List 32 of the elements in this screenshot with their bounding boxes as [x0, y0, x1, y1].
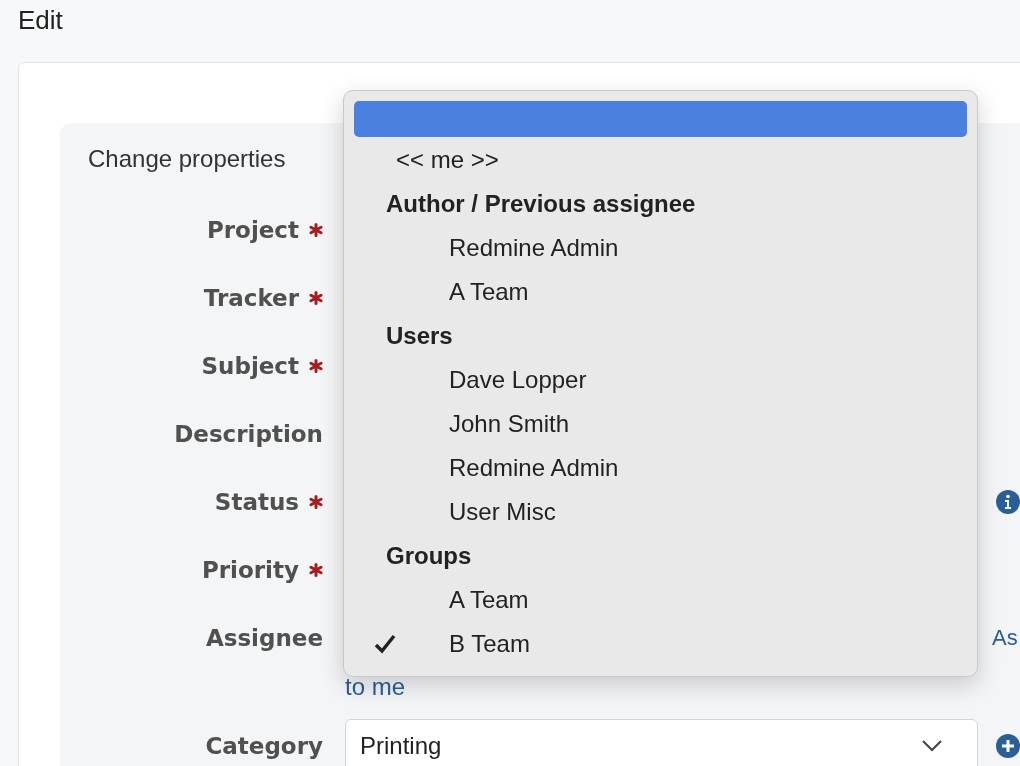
- dropdown-option[interactable]: Redmine Admin: [354, 226, 967, 270]
- add-icon[interactable]: [996, 734, 1020, 758]
- field-label: Assignee: [205, 625, 323, 651]
- page-title: Edit: [17, 4, 64, 37]
- select-field[interactable]: Printing: [345, 719, 978, 766]
- field-label: Category: [205, 733, 323, 759]
- dropdown-option[interactable]: John Smith: [354, 402, 967, 446]
- required-asterisk-icon: [309, 495, 323, 509]
- field-label: Description: [174, 421, 323, 447]
- dropdown-option[interactable]: << me >>: [354, 138, 967, 182]
- option-group-label: Groups: [385, 541, 473, 571]
- info-icon[interactable]: [996, 490, 1020, 514]
- required-asterisk-icon: [309, 223, 323, 237]
- required-asterisk-icon: [309, 291, 323, 305]
- fieldset-legend: Change properties: [88, 141, 286, 177]
- option-group-label: Author / Previous assignee: [385, 189, 697, 219]
- field-label: Priority: [201, 557, 299, 583]
- option-group-label: Users: [385, 321, 454, 351]
- dropdown-option[interactable]: A Team: [354, 270, 967, 314]
- dropdown-option[interactable]: A Team: [354, 578, 967, 622]
- dropdown-option[interactable]: Redmine Admin: [354, 446, 967, 490]
- dropdown-option[interactable]: User Misc: [354, 490, 967, 534]
- dropdown-option[interactable]: B Team: [354, 622, 967, 666]
- dropdown-option[interactable]: Dave Lopper: [354, 358, 967, 402]
- required-asterisk-icon: [309, 359, 323, 373]
- field-label: Status: [214, 489, 299, 515]
- field-label: Tracker: [203, 285, 299, 311]
- required-asterisk-icon: [309, 563, 323, 577]
- field-label: Project: [206, 217, 299, 243]
- chevron-down-icon: [921, 739, 943, 753]
- field-label: Subject: [201, 353, 299, 379]
- assign-link-text[interactable]: As: [992, 625, 1018, 651]
